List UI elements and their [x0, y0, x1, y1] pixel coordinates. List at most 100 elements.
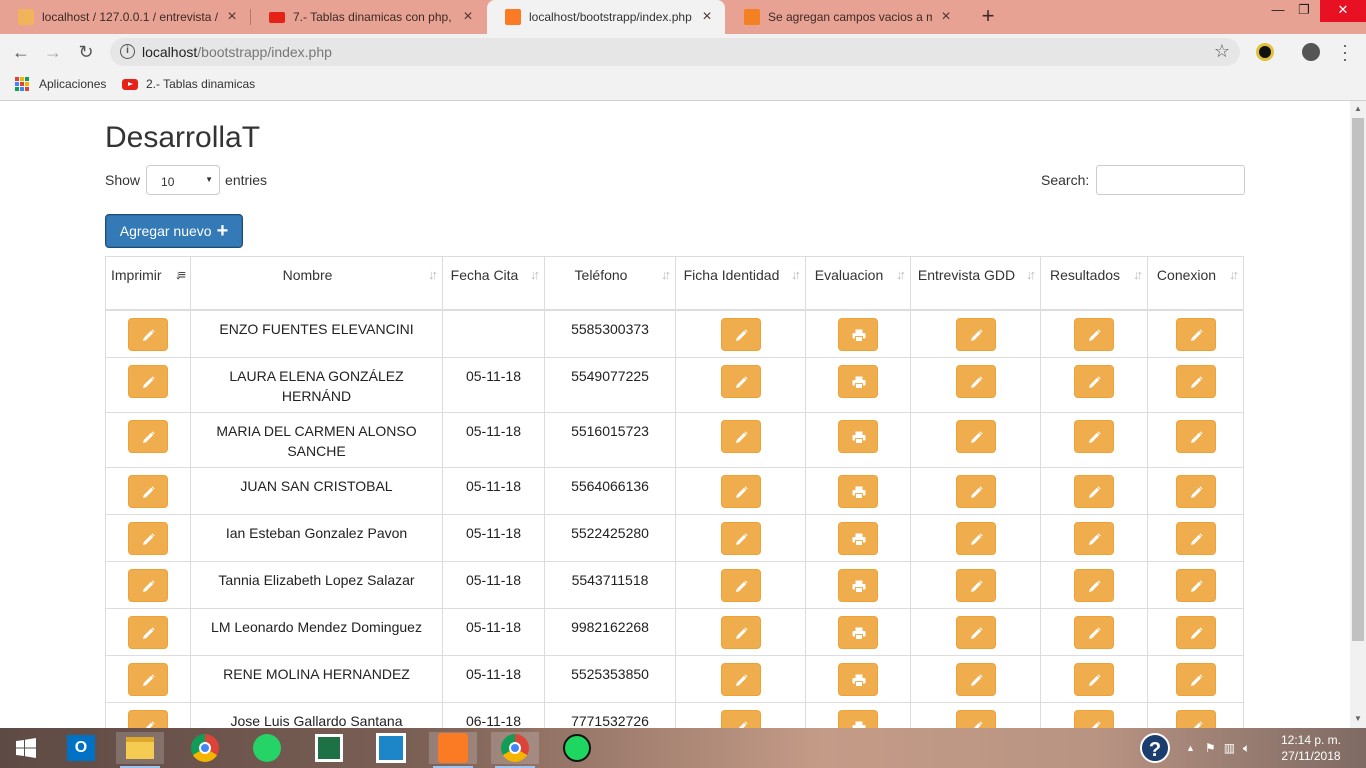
- outlook-icon[interactable]: O: [57, 732, 105, 764]
- new-tab-button[interactable]: +: [977, 5, 999, 27]
- print-button[interactable]: [838, 568, 878, 602]
- scrollbar-thumb[interactable]: [1352, 118, 1364, 641]
- help-icon[interactable]: ?: [1140, 733, 1170, 763]
- site-info-icon[interactable]: i: [120, 44, 135, 59]
- edit-button[interactable]: [128, 474, 168, 508]
- bookmark-star-icon[interactable]: ☆: [1214, 41, 1230, 62]
- tab-close-icon[interactable]: ×: [699, 8, 715, 26]
- profile-avatar[interactable]: [1302, 43, 1320, 61]
- edit-button[interactable]: [720, 709, 761, 728]
- tray-expand-icon[interactable]: ▲: [1186, 743, 1195, 753]
- edit-button[interactable]: [1074, 615, 1114, 649]
- tab-close-icon[interactable]: ×: [460, 8, 476, 26]
- print-button[interactable]: [838, 662, 878, 696]
- edit-button[interactable]: [128, 615, 168, 649]
- browser-menu-icon[interactable]: · · ·: [1340, 36, 1350, 68]
- edit-button[interactable]: [955, 521, 996, 555]
- tab-phpmyadmin[interactable]: localhost / 127.0.0.1 / entrevista / ×: [0, 0, 250, 34]
- edit-button[interactable]: [1074, 419, 1114, 453]
- edit-button[interactable]: [720, 317, 761, 351]
- column-header-5[interactable]: Evaluacion ↓↑: [805, 256, 911, 311]
- print-button[interactable]: [838, 474, 878, 508]
- edit-button[interactable]: [720, 474, 761, 508]
- edit-button[interactable]: [720, 364, 761, 398]
- scroll-up-icon[interactable]: ▲: [1350, 104, 1366, 113]
- scroll-down-icon[interactable]: ▼: [1350, 714, 1366, 723]
- edit-button[interactable]: [1074, 474, 1114, 508]
- column-header-3[interactable]: Teléfono ↓↑: [544, 256, 676, 311]
- volume-icon[interactable]: 🔈︎: [1243, 741, 1250, 756]
- column-header-6[interactable]: Entrevista GDD ↓↑: [910, 256, 1041, 311]
- tab-close-icon[interactable]: ×: [938, 8, 954, 26]
- tab-bootstrapp[interactable]: localhost/bootstrapp/index.php ×: [487, 0, 725, 34]
- edit-button[interactable]: [1074, 709, 1114, 728]
- edit-button[interactable]: [720, 615, 761, 649]
- taskbar-clock[interactable]: 12:14 p. m. 27/11/2018: [1280, 732, 1342, 764]
- edit-button[interactable]: [1074, 568, 1114, 602]
- back-arrow-icon[interactable]: ←: [10, 41, 32, 63]
- edit-button[interactable]: [955, 419, 996, 453]
- edit-button[interactable]: [955, 662, 996, 696]
- spotify-icon[interactable]: [553, 732, 601, 764]
- edit-button[interactable]: [128, 521, 168, 555]
- edit-button[interactable]: [128, 709, 168, 728]
- edit-button[interactable]: [128, 419, 168, 453]
- restore-icon[interactable]: ❐: [1286, 0, 1322, 22]
- edit-button[interactable]: [1074, 521, 1114, 555]
- chrome-active-icon[interactable]: [491, 732, 539, 768]
- print-button[interactable]: [838, 419, 878, 453]
- xampp-icon[interactable]: [429, 732, 477, 768]
- forward-arrow-icon[interactable]: →: [42, 41, 64, 63]
- edit-button[interactable]: [1175, 317, 1216, 351]
- edit-button[interactable]: [955, 317, 996, 351]
- edit-button[interactable]: [128, 568, 168, 602]
- add-new-button[interactable]: Agregar nuevo +: [105, 214, 243, 248]
- print-button[interactable]: [838, 615, 878, 649]
- reload-icon[interactable]: ↻: [75, 41, 97, 63]
- edit-button[interactable]: [1175, 568, 1216, 602]
- print-button[interactable]: [838, 317, 878, 351]
- edit-button[interactable]: [1074, 317, 1114, 351]
- tab-stackoverflow[interactable]: Se agregan campos vacios a mys ×: [726, 0, 964, 34]
- windows-start-icon[interactable]: [2, 732, 50, 764]
- edit-button[interactable]: [955, 615, 996, 649]
- bookmark-tablas-dinamicas[interactable]: 2.- Tablas dinamicas: [122, 77, 255, 91]
- edit-button[interactable]: [1175, 662, 1216, 696]
- edit-button[interactable]: [1175, 474, 1216, 508]
- search-input[interactable]: [1096, 165, 1246, 195]
- edit-button[interactable]: [1074, 662, 1114, 696]
- file-explorer-icon[interactable]: [116, 732, 164, 768]
- print-button[interactable]: [838, 521, 878, 555]
- column-header-1[interactable]: Nombre ↓↑: [190, 256, 443, 311]
- edit-button[interactable]: [720, 521, 761, 555]
- close-window-icon[interactable]: ✕: [1320, 0, 1366, 22]
- whatsapp-icon[interactable]: [243, 732, 291, 764]
- column-header-8[interactable]: Conexion ↓↑: [1147, 256, 1244, 311]
- print-button[interactable]: [838, 364, 878, 398]
- action-center-flag-icon[interactable]: ⚑: [1205, 741, 1216, 755]
- tab-close-icon[interactable]: ×: [224, 8, 240, 26]
- excel-icon[interactable]: [305, 732, 353, 764]
- edit-button[interactable]: [128, 317, 168, 351]
- column-header-7[interactable]: Resultados ↓↑: [1040, 256, 1148, 311]
- edit-button[interactable]: [1175, 615, 1216, 649]
- column-header-2[interactable]: Fecha Cita ↓↑: [442, 256, 545, 311]
- page-scrollbar[interactable]: ▲ ▼: [1350, 101, 1366, 728]
- edit-button[interactable]: [955, 474, 996, 508]
- edit-button[interactable]: [955, 364, 996, 398]
- print-button[interactable]: [838, 709, 878, 728]
- edit-button[interactable]: [720, 662, 761, 696]
- edit-button[interactable]: [1175, 419, 1216, 453]
- column-header-0[interactable]: Imprimir ↓≡: [105, 256, 191, 311]
- edit-button[interactable]: [1175, 709, 1216, 728]
- column-header-4[interactable]: Ficha Identidad ↓↑: [675, 256, 806, 311]
- edit-button[interactable]: [128, 364, 168, 398]
- edit-button[interactable]: [955, 709, 996, 728]
- entries-length-select[interactable]: 10 ▼: [146, 165, 221, 195]
- edit-button[interactable]: [955, 568, 996, 602]
- extension-icon[interactable]: [1256, 43, 1274, 61]
- bookmark-apps[interactable]: Aplicaciones: [15, 77, 106, 91]
- brackets-icon[interactable]: [367, 732, 415, 764]
- edit-button[interactable]: [720, 419, 761, 453]
- address-bar[interactable]: i localhost/bootstrapp/index.php ☆: [110, 38, 1240, 66]
